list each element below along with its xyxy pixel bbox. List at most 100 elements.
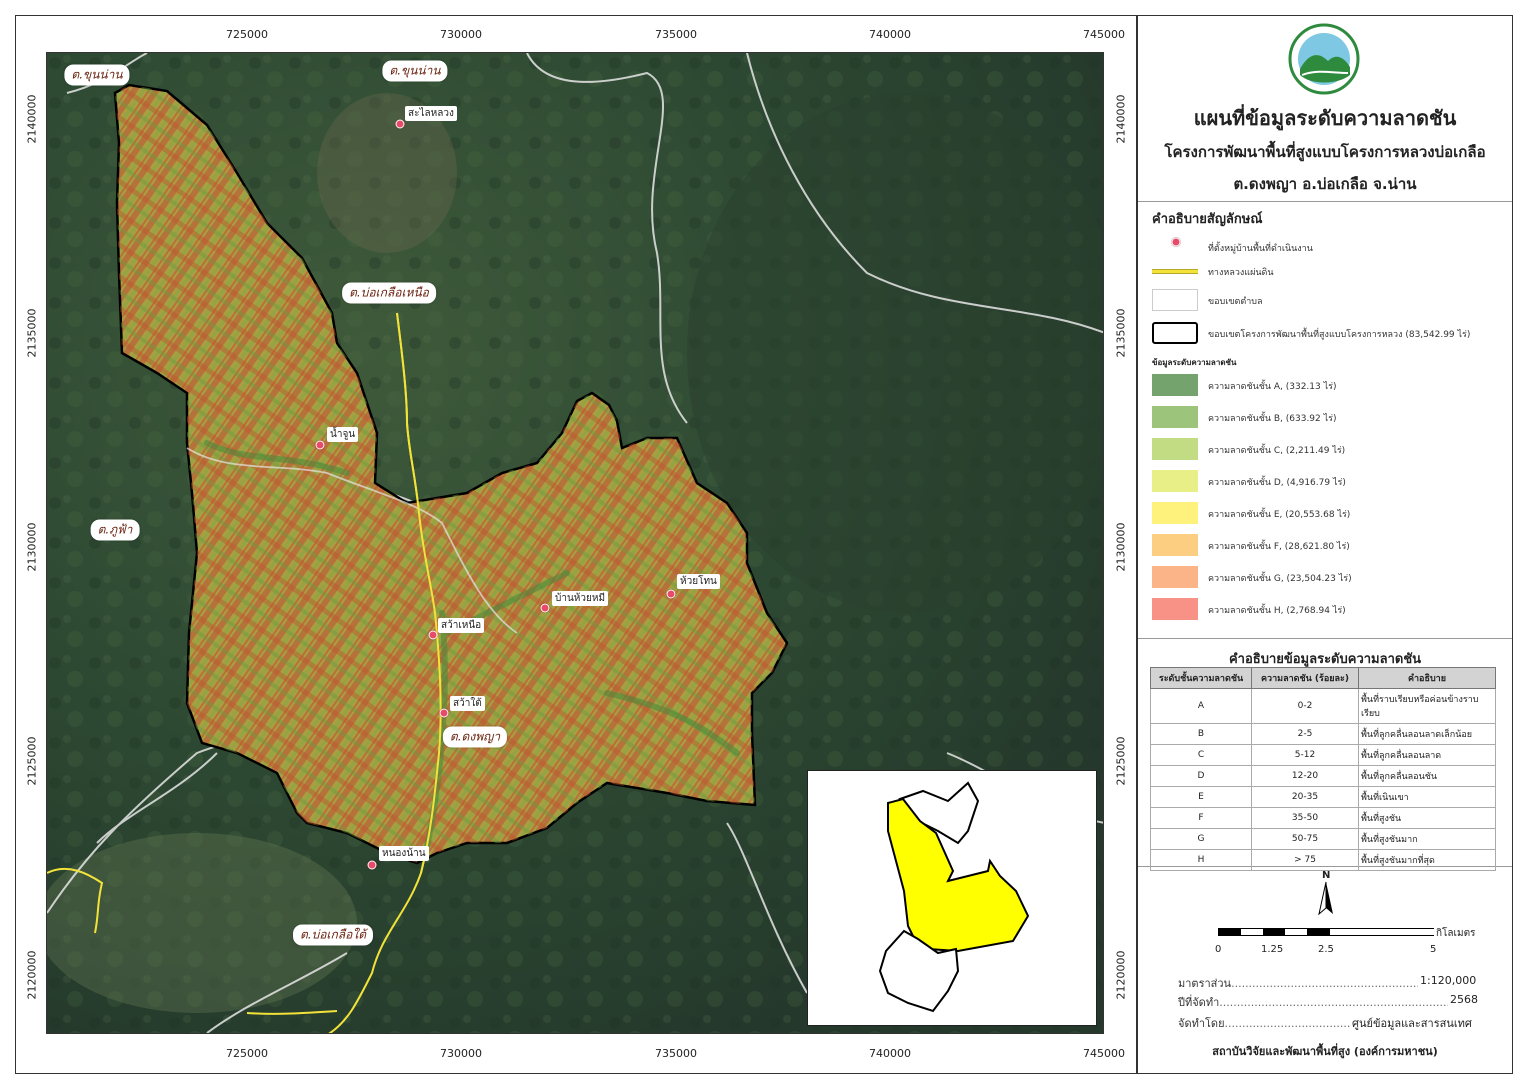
coord-right-label: 2135000 — [1114, 308, 1128, 358]
village-label: น้ำจูน — [327, 427, 359, 442]
table-cell: 20-35 — [1251, 786, 1359, 808]
table-cell: พื้นที่ลูกคลื่นลอนลาด — [1358, 744, 1496, 766]
table-row: C 5-12 พื้นที่ลูกคลื่นลอนลาด — [1150, 744, 1496, 766]
legend-label: ความลาดชันชั้น C, (2,211.49 ไร่) — [1208, 446, 1346, 456]
village-label: บ้านห้วยหมี — [552, 591, 609, 606]
legend-item-subdistrict: ขอบเขตตำบล — [1152, 289, 1492, 313]
slope-description-table: ระดับชั้นความลาดชัน ความลาดชัน (ร้อยละ) … — [1150, 667, 1496, 871]
table-cell: C — [1150, 744, 1252, 766]
village-label: สะไลหลวง — [405, 106, 457, 121]
coord-bottom-label: 735000 — [655, 1047, 697, 1060]
coord-left-label: 2135000 — [25, 308, 39, 358]
title-block: แผนที่ข้อมูลระดับความลาดชัน โครงการพัฒนา… — [1138, 16, 1512, 202]
institute-logo — [1288, 23, 1360, 95]
table-cell: 5-12 — [1251, 744, 1359, 766]
scale-tick: 2.5 — [1318, 944, 1334, 955]
table-cell: พื้นที่ราบเรียบหรือค่อนข้างราบเรียบ — [1358, 688, 1496, 724]
table-cell: B — [1150, 723, 1252, 745]
slope-legend-heading: ข้อมูลระดับความลาดชัน — [1152, 358, 1237, 367]
legend-item-slope-class: ความลาดชันชั้น B, (633.92 ไร่) — [1152, 406, 1492, 430]
meta-by-label: จัดทำโดย — [1178, 1017, 1225, 1030]
table-row: A 0-2 พื้นที่ราบเรียบหรือค่อนข้างราบเรียบ — [1150, 688, 1496, 724]
map-location: ต.ดงพญา อ.บ่อเกลือ จ.น่าน — [1233, 175, 1417, 193]
table-row: B 2-5 พื้นที่ลูกคลื่นลอนลาดเล็กน้อย — [1150, 723, 1496, 745]
village-marker[interactable] — [540, 603, 550, 613]
table-header: คำอธิบาย — [1358, 667, 1496, 689]
legend-item-slope-class: ความลาดชันชั้น E, (20,553.68 ไร่) — [1152, 502, 1492, 526]
legend-label: ขอบเขตตำบล — [1208, 297, 1263, 307]
place-label-dong-phaya: ต.ดงพญา — [442, 726, 508, 748]
table-cell: E — [1150, 786, 1252, 808]
inset-map-shapes — [878, 781, 1030, 1013]
village-marker[interactable] — [428, 630, 438, 640]
coord-bottom-label: 725000 — [226, 1047, 268, 1060]
legend-item-village: ที่ตั้งหมู่บ้านพื้นที่ดำเนินงาน — [1152, 236, 1492, 260]
coord-left-label: 2125000 — [25, 736, 39, 786]
village-marker[interactable] — [315, 440, 325, 450]
legend-item-road: ทางหลวงแผ่นดิน — [1152, 265, 1492, 289]
table-cell: พื้นที่สูงชันมากที่สุด — [1358, 849, 1496, 871]
table-cell: H — [1150, 849, 1252, 871]
coord-right-label: 2140000 — [1114, 94, 1128, 144]
table-row: G 50-75 พื้นที่สูงชันมาก — [1150, 828, 1496, 850]
coord-right-label: 2130000 — [1114, 522, 1128, 572]
legend-label: ขอบเขตโครงการพัฒนาพื้นที่สูงแบบโครงการหล… — [1208, 330, 1471, 340]
table-cell: 50-75 — [1251, 828, 1359, 850]
legend-label: ความลาดชันชั้น A, (332.13 ไร่) — [1208, 382, 1337, 392]
village-label: สว้าเหนือ — [438, 618, 485, 633]
institute-name: สถาบันวิจัยและพัฒนาพื้นที่สูง (องค์การมห… — [1212, 1045, 1438, 1058]
table-row: E 20-35 พื้นที่เนินเขา — [1150, 786, 1496, 808]
table-header: ความลาดชัน (ร้อยละ) — [1251, 667, 1359, 689]
slope-swatch — [1152, 534, 1198, 556]
village-marker[interactable] — [367, 860, 377, 870]
coord-left-label: 2120000 — [25, 950, 39, 1000]
coord-bottom-label: 730000 — [440, 1047, 482, 1060]
table-cell: พื้นที่เนินเขา — [1358, 786, 1496, 808]
table-cell: D — [1150, 765, 1252, 787]
table-cell: พื้นที่ลูกคลื่นลอนลาดเล็กน้อย — [1358, 723, 1496, 745]
table-row: D 12-20 พื้นที่ลูกคลื่นลอนชัน — [1150, 765, 1496, 787]
coord-left-label: 2130000 — [25, 522, 39, 572]
scale-bar — [1218, 928, 1434, 936]
coord-top-label: 735000 — [655, 28, 697, 41]
coord-top-label: 745000 — [1083, 28, 1125, 41]
legend-label: ความลาดชันชั้น G, (23,504.23 ไร่) — [1208, 574, 1352, 584]
village-label: สว้าใต้ — [450, 696, 485, 711]
legend-item-slope-class: ความลาดชันชั้น A, (332.13 ไร่) — [1152, 374, 1492, 398]
meta-scale-label: มาตราส่วน — [1178, 977, 1232, 990]
coord-top-label: 740000 — [869, 28, 911, 41]
legend-item-slope-class: ความลาดชันชั้น H, (2,768.94 ไร่) — [1152, 598, 1492, 622]
table-cell: A — [1150, 688, 1252, 724]
table-cell: 2-5 — [1251, 723, 1359, 745]
coord-top-label: 730000 — [440, 28, 482, 41]
legend-label: ทางหลวงแผ่นดิน — [1208, 268, 1274, 278]
place-label-bo-kluea-nuea: ต.บ่อเกลือเหนือ — [342, 282, 436, 304]
side-panel: แผนที่ข้อมูลระดับความลาดชัน โครงการพัฒนา… — [1137, 15, 1513, 1074]
legend-label: ความลาดชันชั้น F, (28,621.80 ไร่) — [1208, 542, 1350, 552]
village-marker[interactable] — [666, 589, 676, 599]
village-marker[interactable] — [439, 708, 449, 718]
table-cell: 12-20 — [1251, 765, 1359, 787]
legend-label: ที่ตั้งหมู่บ้านพื้นที่ดำเนินงาน — [1208, 244, 1313, 254]
table-cell: พื้นที่สูงชันมาก — [1358, 828, 1496, 850]
table-row: F 35-50 พื้นที่สูงชัน — [1150, 807, 1496, 829]
table-cell: 0-2 — [1251, 688, 1359, 724]
place-label-phu-fa: ต.ภูฟ้า — [90, 519, 140, 541]
village-symbol-icon — [1171, 237, 1181, 247]
meta-year-row: ปีที่จัดทำ..............................… — [1178, 996, 1465, 1009]
meta-year-label: ปีที่จัดทำ — [1178, 996, 1220, 1009]
slope-swatch — [1152, 566, 1198, 588]
slope-swatch — [1152, 374, 1198, 396]
village-marker[interactable] — [395, 119, 405, 129]
legend-item-slope-class: ความลาดชันชั้น F, (28,621.80 ไร่) — [1152, 534, 1492, 558]
north-label: N — [1322, 870, 1331, 881]
legend-item-project: ขอบเขตโครงการพัฒนาพื้นที่สูงแบบโครงการหล… — [1152, 322, 1492, 346]
slope-swatch — [1152, 406, 1198, 428]
place-label-bo-kluea-tai: ต.บ่อเกลือใต้ — [292, 924, 374, 946]
legend-label: ความลาดชันชั้น B, (633.92 ไร่) — [1208, 414, 1337, 424]
table-cell: > 75 — [1251, 849, 1359, 871]
table-row: H > 75 พื้นที่สูงชันมากที่สุด — [1150, 849, 1496, 871]
coord-bottom-label: 745000 — [1083, 1047, 1125, 1060]
meta-scale-value: 1:120,000 — [1418, 974, 1477, 987]
map-title: แผนที่ข้อมูลระดับความลาดชัน — [1193, 106, 1457, 130]
